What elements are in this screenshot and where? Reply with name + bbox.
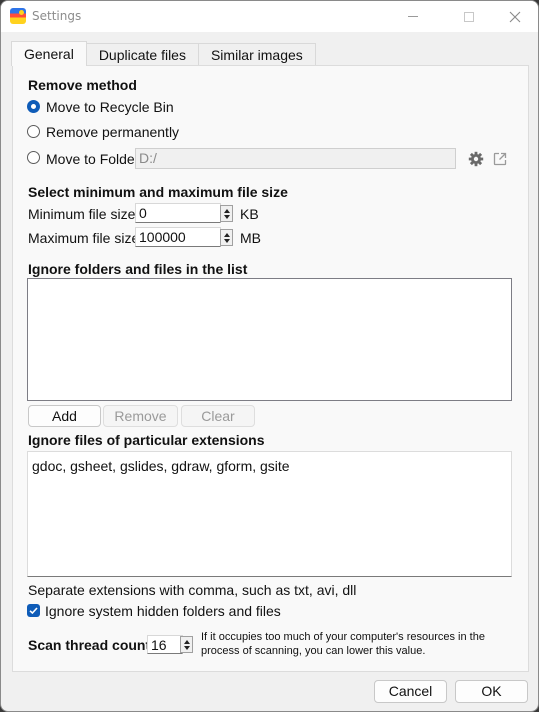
app-logo-icon <box>10 8 26 24</box>
min-file-size-input[interactable]: 0 <box>135 203 221 223</box>
remove-method-heading: Remove method <box>28 77 137 93</box>
ignore-extensions-textarea[interactable]: gdoc, gsheet, gslides, gdraw, gform, gsi… <box>27 451 512 577</box>
window-title: Settings <box>32 9 82 23</box>
remove-button[interactable]: Remove <box>103 405 178 427</box>
radio-recycle-bin-label[interactable]: Move to Recycle Bin <box>46 99 174 115</box>
settings-window: Settings General Duplicate files Similar… <box>0 0 539 712</box>
close-button[interactable] <box>492 1 538 32</box>
radio-remove-permanently-label[interactable]: Remove permanently <box>46 124 179 140</box>
ignore-hidden-checkbox[interactable] <box>27 604 40 617</box>
max-file-size-spinner[interactable] <box>220 229 233 246</box>
tab-duplicate-files[interactable]: Duplicate files <box>85 43 199 66</box>
tab-general[interactable]: General <box>11 41 87 66</box>
radio-move-to-folder[interactable] <box>27 151 40 164</box>
max-file-size-unit: MB <box>240 230 261 246</box>
open-external-icon <box>493 152 507 166</box>
add-button[interactable]: Add <box>28 405 101 427</box>
scan-thread-hint-line1: If it occupies too much of your computer… <box>201 631 485 643</box>
ignore-list-heading: Ignore folders and files in the list <box>28 261 248 277</box>
folder-settings-button[interactable] <box>467 150 485 168</box>
cancel-button[interactable]: Cancel <box>374 680 447 703</box>
scan-thread-count-input[interactable]: 16 <box>147 635 183 654</box>
gear-icon <box>468 151 484 167</box>
scan-thread-count-label: Scan thread count <box>28 637 151 653</box>
radio-recycle-bin[interactable] <box>27 100 40 113</box>
max-file-size-label: Maximum file size <box>28 230 140 246</box>
checkmark-icon <box>29 607 38 615</box>
maximize-icon <box>464 11 474 22</box>
title-bar: Settings <box>1 1 538 32</box>
scan-thread-count-spinner[interactable] <box>180 636 193 653</box>
max-file-size-input[interactable]: 100000 <box>135 227 221 247</box>
maximize-button[interactable] <box>446 1 492 32</box>
min-file-size-unit: KB <box>240 206 259 222</box>
open-folder-button[interactable] <box>491 150 509 168</box>
scan-thread-hint-line2: process of scanning, you can lower this … <box>201 645 426 657</box>
min-file-size-spinner[interactable] <box>220 205 233 222</box>
tab-bar: General Duplicate files Similar images <box>11 41 316 66</box>
minimize-button[interactable] <box>390 1 436 32</box>
file-size-heading: Select minimum and maximum file size <box>28 184 288 200</box>
radio-move-to-folder-label[interactable]: Move to Folder <box>46 151 139 167</box>
minimize-icon <box>408 16 418 17</box>
ignore-hidden-label[interactable]: Ignore system hidden folders and files <box>45 603 281 619</box>
ignore-extensions-heading: Ignore files of particular extensions <box>28 432 265 448</box>
clear-button[interactable]: Clear <box>181 405 255 427</box>
extensions-hint: Separate extensions with comma, such as … <box>28 582 357 598</box>
tab-similar-images[interactable]: Similar images <box>197 43 316 66</box>
radio-remove-permanently[interactable] <box>27 125 40 138</box>
min-file-size-label: Minimum file size <box>28 206 136 222</box>
close-icon <box>509 11 521 22</box>
folder-path-input[interactable]: D:/ <box>135 148 456 169</box>
ok-button[interactable]: OK <box>455 680 528 703</box>
ignore-list-box[interactable] <box>27 278 512 401</box>
